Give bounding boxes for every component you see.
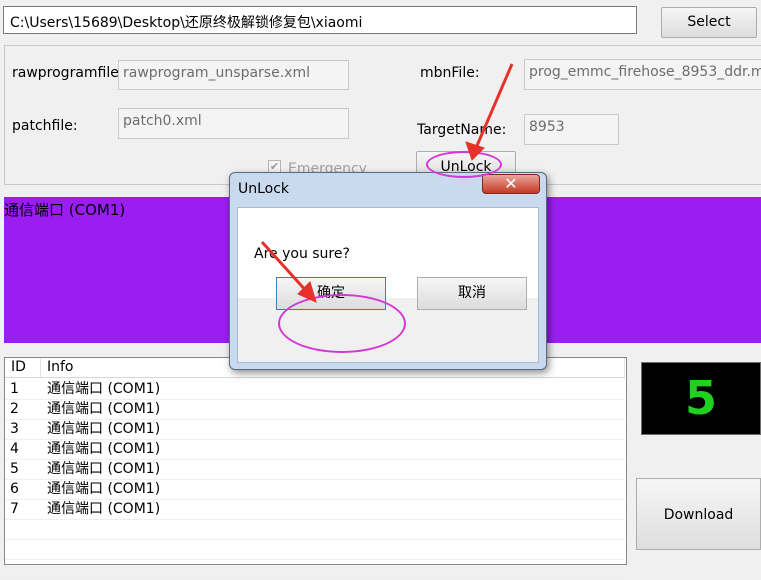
list-empty-row [5,560,625,580]
row-id: 3 [10,421,19,437]
counter-display: 5 [641,362,761,435]
mbn-label: mbnFile: [420,65,480,81]
download-button[interactable]: Download [636,478,761,550]
row-id: 2 [10,401,19,417]
row-id: 5 [10,461,19,477]
list-item[interactable]: 3 通信端口 (COM1) [5,420,625,440]
patch-label: patchfile: [12,118,78,134]
list-item[interactable]: 6 通信端口 (COM1) [5,480,625,500]
close-icon: ✕ [504,174,518,193]
rawprogram-label: rawprogramfile: [12,65,124,81]
close-button[interactable]: ✕ [482,174,540,194]
row-info: 通信端口 (COM1) [47,501,161,517]
path-input[interactable]: C:\Users\15689\Desktop\还原终极解锁修复包\xiaomi [3,6,637,34]
annotation-ring-ok [278,294,406,353]
row-id: 4 [10,441,19,457]
target-label: TargetName: [417,122,507,138]
row-info: 通信端口 (COM1) [47,481,161,497]
list-item[interactable]: 7 通信端口 (COM1) [5,500,625,520]
row-info: 通信端口 (COM1) [47,381,161,397]
cancel-button[interactable]: 取消 [417,277,527,310]
list-item[interactable]: 4 通信端口 (COM1) [5,440,625,460]
column-header-id[interactable]: ID [5,358,41,377]
row-info: 通信端口 (COM1) [47,461,161,477]
row-id: 7 [10,501,19,517]
mbn-field[interactable]: prog_emmc_firehose_8953_ddr.mbn [524,59,761,90]
row-info: 通信端口 (COM1) [47,441,161,457]
row-id: 6 [10,481,19,497]
rawprogram-field[interactable]: rawprogram_unsparse.xml [118,60,349,90]
list-empty-row [5,540,625,560]
select-button[interactable]: Select [661,7,757,38]
annotation-ring-unlock [426,151,502,178]
list-body: 1 通信端口 (COM1) 2 通信端口 (COM1) 3 通信端口 (COM1) 4… [5,380,625,580]
dialog-title: UnLock [238,181,290,197]
list-item[interactable]: 5 通信端口 (COM1) [5,460,625,480]
row-info: 通信端口 (COM1) [47,421,161,437]
list-empty-row [5,520,625,540]
row-id: 1 [10,381,19,397]
dialog-message: Are you sure? [254,246,350,262]
list-item[interactable]: 2 通信端口 (COM1) [5,400,625,420]
list-item[interactable]: 1 通信端口 (COM1) [5,380,625,400]
patch-field[interactable]: patch0.xml [118,108,349,139]
status-text: 通信端口 (COM1) [4,201,126,219]
target-field[interactable]: 8953 [524,114,619,145]
row-info: 通信端口 (COM1) [47,401,161,417]
